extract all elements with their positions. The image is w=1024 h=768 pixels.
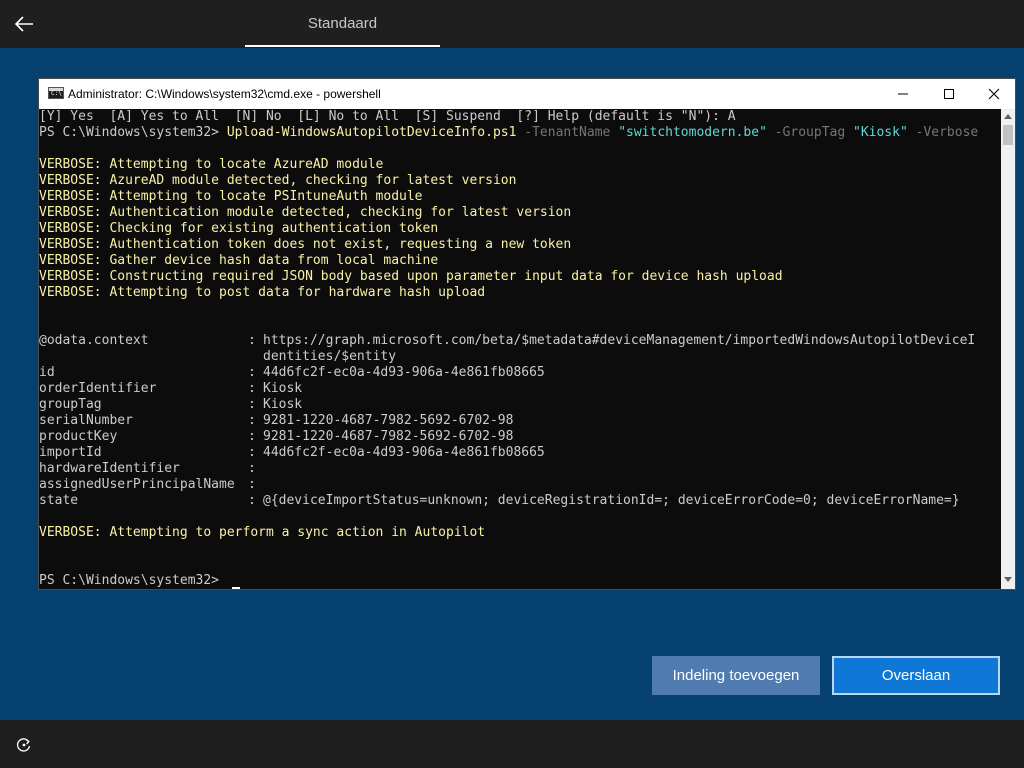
verbose-line: VERBOSE: Gather device hash data from lo… [39, 253, 439, 268]
verbose-line: VERBOSE: Checking for existing authentic… [39, 221, 439, 236]
scrollbar-thumb[interactable] [1003, 125, 1013, 145]
vertical-scrollbar[interactable] [1001, 109, 1015, 589]
property-colon: : [248, 477, 256, 492]
property-colon: : [248, 461, 256, 476]
command-param-tenant: -TenantName [516, 125, 619, 140]
confirmation-prompt-line: [Y] Yes [A] Yes to All [N] No [L] No to … [39, 109, 736, 124]
close-button[interactable] [971, 79, 1017, 109]
property-key: importId [39, 445, 102, 460]
window-titlebar[interactable]: C:\ Administrator: C:\Windows\system32\c… [39, 79, 1015, 109]
property-key: assignedUserPrincipalName [39, 477, 235, 492]
minimize-button[interactable] [880, 79, 926, 109]
verbose-line: VERBOSE: Attempting to post data for har… [39, 285, 486, 300]
powershell-window: C:\ Administrator: C:\Windows\system32\c… [38, 78, 1016, 590]
property-value: 44d6fc2f-ec0a-4d93-906a-4e861fb08665 [263, 445, 545, 460]
verbose-line: VERBOSE: Authentication module detected,… [39, 205, 572, 220]
property-key: id [39, 365, 55, 380]
property-colon: : [248, 413, 256, 428]
command-value-tenant: "switchtomodern.be" [618, 125, 767, 140]
command-prompt: PS C:\Windows\system32> [39, 125, 227, 140]
command-line: PS C:\Windows\system32> Upload-WindowsAu… [39, 125, 978, 141]
top-bar: Standaard [0, 0, 1024, 48]
property-value-continued: dentities/$entity [263, 349, 397, 364]
property-key: @odata.context [39, 333, 149, 348]
add-layout-button[interactable]: Indeling toevoegen [652, 656, 820, 695]
property-key: productKey [39, 429, 118, 444]
window-title: Administrator: C:\Windows\system32\cmd.e… [68, 87, 381, 101]
close-icon [988, 88, 1000, 100]
property-colon: : [248, 445, 256, 460]
maximize-button[interactable] [926, 79, 972, 109]
final-prompt: PS C:\Windows\system32> [39, 573, 227, 588]
property-colon: : [248, 493, 256, 508]
property-colon: : [248, 429, 256, 444]
property-value: 44d6fc2f-ec0a-4d93-906a-4e861fb08665 [263, 365, 545, 380]
tab-standaard[interactable]: Standaard [245, 0, 440, 48]
cmd-icon-glyph: C:\ [51, 90, 62, 97]
verbose-line: VERBOSE: AzureAD module detected, checki… [39, 173, 517, 188]
cmd-icon: C:\ [48, 87, 64, 99]
property-key: state [39, 493, 79, 508]
scroll-up-button[interactable] [1001, 109, 1015, 123]
chevron-down-icon [1004, 577, 1012, 582]
property-colon: : [248, 365, 256, 380]
property-key: serialNumber [39, 413, 133, 428]
verbose-line: VERBOSE: Authentication token does not e… [39, 237, 572, 252]
property-colon: : [248, 333, 256, 348]
property-value: Kiosk [263, 397, 303, 412]
property-value: @{deviceImportStatus=unknown; deviceRegi… [263, 493, 960, 508]
ease-of-access-icon [16, 738, 31, 752]
footer-bar [0, 720, 1024, 768]
accessibility-button[interactable] [10, 732, 38, 758]
property-colon: : [248, 381, 256, 396]
property-key: orderIdentifier [39, 381, 157, 396]
text-cursor [232, 587, 240, 589]
back-button[interactable] [8, 8, 40, 40]
verbose-line: VERBOSE: Constructing required JSON body… [39, 269, 783, 284]
command-param-verbose: -Verbose [907, 125, 979, 140]
verbose-sync-line: VERBOSE: Attempting to perform a sync ac… [39, 525, 486, 540]
property-colon: : [248, 397, 256, 412]
command-value-grouptag: "Kiosk" [853, 125, 908, 140]
verbose-line: VERBOSE: Attempting to locate AzureAD mo… [39, 157, 384, 172]
property-value: 9281-1220-4687-7982-5692-6702-98 [263, 429, 514, 444]
property-key: hardwareIdentifier [39, 461, 180, 476]
property-value: 9281-1220-4687-7982-5692-6702-98 [263, 413, 514, 428]
property-value: https://graph.microsoft.com/beta/$metada… [263, 333, 976, 348]
minimize-icon [898, 93, 908, 95]
scroll-down-button[interactable] [1001, 573, 1015, 587]
property-key: groupTag [39, 397, 102, 412]
maximize-icon [944, 89, 954, 99]
console-output[interactable]: [Y] Yes [A] Yes to All [N] No [L] No to … [39, 109, 1001, 589]
skip-button[interactable]: Overslaan [832, 656, 1000, 695]
verbose-line: VERBOSE: Attempting to locate PSIntuneAu… [39, 189, 423, 204]
property-value: Kiosk [263, 381, 303, 396]
back-arrow-icon [14, 16, 33, 32]
tab-selected-indicator [245, 45, 440, 47]
chevron-up-icon [1004, 114, 1012, 119]
command-param-grouptag: -GroupTag [766, 125, 853, 140]
command-cmdlet: Upload-WindowsAutopilotDeviceInfo.ps1 [226, 125, 517, 140]
